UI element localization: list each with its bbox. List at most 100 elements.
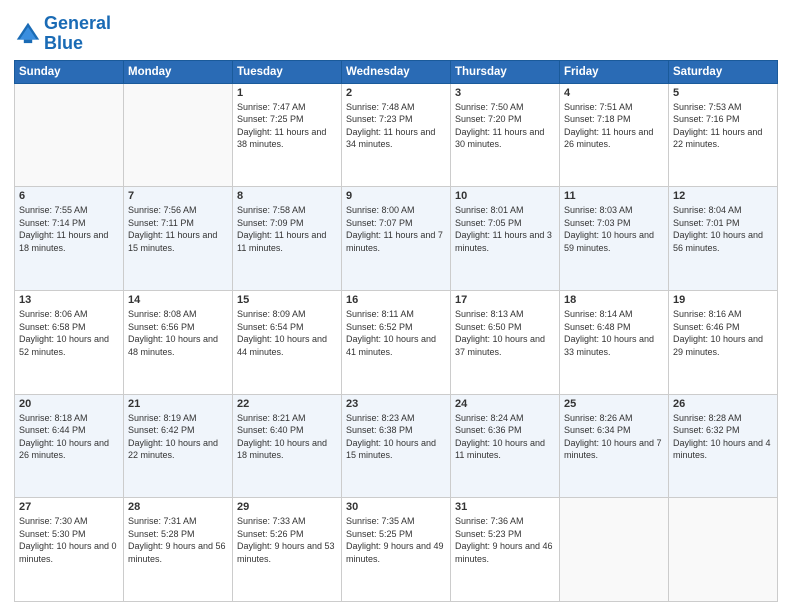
day-number: 13 bbox=[19, 294, 119, 306]
calendar-cell: 4 Sunrise: 7:51 AM Sunset: 7:18 PM Daylig… bbox=[560, 83, 669, 187]
day-info: Sunrise: 8:00 AM Sunset: 7:07 PM Dayligh… bbox=[346, 204, 446, 254]
calendar-cell: 1 Sunrise: 7:47 AM Sunset: 7:25 PM Daylig… bbox=[233, 83, 342, 187]
day-header-friday: Friday bbox=[560, 60, 669, 83]
calendar-cell: 15 Sunrise: 8:09 AM Sunset: 6:54 PM Dayli… bbox=[233, 290, 342, 394]
day-info: Sunrise: 8:26 AM Sunset: 6:34 PM Dayligh… bbox=[564, 412, 664, 462]
calendar-cell: 17 Sunrise: 8:13 AM Sunset: 6:50 PM Dayli… bbox=[451, 290, 560, 394]
day-number: 3 bbox=[455, 87, 555, 99]
day-info: Sunrise: 7:56 AM Sunset: 7:11 PM Dayligh… bbox=[128, 204, 228, 254]
day-info: Sunrise: 8:06 AM Sunset: 6:58 PM Dayligh… bbox=[19, 308, 119, 358]
day-number: 19 bbox=[673, 294, 773, 306]
calendar-cell bbox=[669, 498, 778, 602]
calendar-cell: 19 Sunrise: 8:16 AM Sunset: 6:46 PM Dayli… bbox=[669, 290, 778, 394]
day-number: 22 bbox=[237, 398, 337, 410]
day-number: 12 bbox=[673, 190, 773, 202]
day-number: 6 bbox=[19, 190, 119, 202]
day-info: Sunrise: 7:50 AM Sunset: 7:20 PM Dayligh… bbox=[455, 101, 555, 151]
day-number: 7 bbox=[128, 190, 228, 202]
calendar-cell: 24Sunrise: 8:24 AM Sunset: 6:36 PM Dayli… bbox=[451, 394, 560, 498]
day-info: Sunrise: 8:04 AM Sunset: 7:01 PM Dayligh… bbox=[673, 204, 773, 254]
day-info: Sunrise: 8:11 AM Sunset: 6:52 PM Dayligh… bbox=[346, 308, 446, 358]
day-info: Sunrise: 8:13 AM Sunset: 6:50 PM Dayligh… bbox=[455, 308, 555, 358]
day-info: Sunrise: 7:47 AM Sunset: 7:25 PM Dayligh… bbox=[237, 101, 337, 151]
calendar-cell: 29 Sunrise: 7:33 AM Sunset: 5:26 PM Dayli… bbox=[233, 498, 342, 602]
day-info: Sunrise: 8:16 AM Sunset: 6:46 PM Dayligh… bbox=[673, 308, 773, 358]
day-number: 15 bbox=[237, 294, 337, 306]
calendar-table: SundayMondayTuesdayWednesdayThursdayFrid… bbox=[14, 60, 778, 602]
calendar-cell: 12 Sunrise: 8:04 AM Sunset: 7:01 PM Dayli… bbox=[669, 187, 778, 291]
day-number: 21 bbox=[128, 398, 228, 410]
calendar-cell: 9 Sunrise: 8:00 AM Sunset: 7:07 PM Daylig… bbox=[342, 187, 451, 291]
calendar-cell: 25 Sunrise: 8:26 AM Sunset: 6:34 PM Dayli… bbox=[560, 394, 669, 498]
day-number: 5 bbox=[673, 87, 773, 99]
day-number: 14 bbox=[128, 294, 228, 306]
logo: General Blue bbox=[14, 14, 111, 54]
day-info: Sunrise: 7:33 AM Sunset: 5:26 PM Dayligh… bbox=[237, 515, 337, 565]
calendar-cell: 13 Sunrise: 8:06 AM Sunset: 6:58 PM Dayli… bbox=[15, 290, 124, 394]
day-info: Sunrise: 8:14 AM Sunset: 6:48 PM Dayligh… bbox=[564, 308, 664, 358]
calendar-cell: 5Sunrise: 7:53 AM Sunset: 7:16 PM Daylig… bbox=[669, 83, 778, 187]
day-info: Sunrise: 7:51 AM Sunset: 7:18 PM Dayligh… bbox=[564, 101, 664, 151]
day-header-tuesday: Tuesday bbox=[233, 60, 342, 83]
day-number: 28 bbox=[128, 501, 228, 513]
calendar-cell: 8Sunrise: 7:58 AM Sunset: 7:09 PM Daylig… bbox=[233, 187, 342, 291]
calendar-cell: 27 Sunrise: 7:30 AM Sunset: 5:30 PM Dayli… bbox=[15, 498, 124, 602]
calendar-cell: 31 Sunrise: 7:36 AM Sunset: 5:23 PM Dayli… bbox=[451, 498, 560, 602]
day-number: 2 bbox=[346, 87, 446, 99]
calendar-cell: 23Sunrise: 8:23 AM Sunset: 6:38 PM Dayli… bbox=[342, 394, 451, 498]
day-number: 30 bbox=[346, 501, 446, 513]
day-number: 27 bbox=[19, 501, 119, 513]
day-info: Sunrise: 7:36 AM Sunset: 5:23 PM Dayligh… bbox=[455, 515, 555, 565]
day-info: Sunrise: 8:09 AM Sunset: 6:54 PM Dayligh… bbox=[237, 308, 337, 358]
header: General Blue bbox=[14, 10, 778, 54]
calendar-cell: 28 Sunrise: 7:31 AM Sunset: 5:28 PM Dayli… bbox=[124, 498, 233, 602]
calendar-cell: 16 Sunrise: 8:11 AM Sunset: 6:52 PM Dayli… bbox=[342, 290, 451, 394]
day-number: 17 bbox=[455, 294, 555, 306]
logo-icon bbox=[14, 20, 42, 48]
day-header-wednesday: Wednesday bbox=[342, 60, 451, 83]
day-number: 10 bbox=[455, 190, 555, 202]
logo-text: General Blue bbox=[44, 14, 111, 54]
calendar-cell: 22 Sunrise: 8:21 AM Sunset: 6:40 PM Dayli… bbox=[233, 394, 342, 498]
calendar-week-5: 27 Sunrise: 7:30 AM Sunset: 5:30 PM Dayli… bbox=[15, 498, 778, 602]
day-number: 31 bbox=[455, 501, 555, 513]
day-info: Sunrise: 7:58 AM Sunset: 7:09 PM Dayligh… bbox=[237, 204, 337, 254]
day-number: 9 bbox=[346, 190, 446, 202]
day-info: Sunrise: 8:21 AM Sunset: 6:40 PM Dayligh… bbox=[237, 412, 337, 462]
day-number: 29 bbox=[237, 501, 337, 513]
calendar-week-1: 1 Sunrise: 7:47 AM Sunset: 7:25 PM Daylig… bbox=[15, 83, 778, 187]
day-info: Sunrise: 8:19 AM Sunset: 6:42 PM Dayligh… bbox=[128, 412, 228, 462]
day-number: 16 bbox=[346, 294, 446, 306]
day-number: 11 bbox=[564, 190, 664, 202]
calendar-cell: 7 Sunrise: 7:56 AM Sunset: 7:11 PM Daylig… bbox=[124, 187, 233, 291]
day-number: 1 bbox=[237, 87, 337, 99]
day-header-monday: Monday bbox=[124, 60, 233, 83]
day-info: Sunrise: 8:08 AM Sunset: 6:56 PM Dayligh… bbox=[128, 308, 228, 358]
day-info: Sunrise: 8:24 AM Sunset: 6:36 PM Dayligh… bbox=[455, 412, 555, 462]
calendar-cell: 6 Sunrise: 7:55 AM Sunset: 7:14 PM Daylig… bbox=[15, 187, 124, 291]
day-header-thursday: Thursday bbox=[451, 60, 560, 83]
day-number: 25 bbox=[564, 398, 664, 410]
day-header-sunday: Sunday bbox=[15, 60, 124, 83]
day-info: Sunrise: 8:18 AM Sunset: 6:44 PM Dayligh… bbox=[19, 412, 119, 462]
calendar-cell bbox=[560, 498, 669, 602]
calendar-cell: 30Sunrise: 7:35 AM Sunset: 5:25 PM Dayli… bbox=[342, 498, 451, 602]
calendar-cell: 14 Sunrise: 8:08 AM Sunset: 6:56 PM Dayli… bbox=[124, 290, 233, 394]
day-info: Sunrise: 7:31 AM Sunset: 5:28 PM Dayligh… bbox=[128, 515, 228, 565]
calendar-cell: 3 Sunrise: 7:50 AM Sunset: 7:20 PM Daylig… bbox=[451, 83, 560, 187]
calendar-cell: 11 Sunrise: 8:03 AM Sunset: 7:03 PM Dayli… bbox=[560, 187, 669, 291]
day-info: Sunrise: 7:48 AM Sunset: 7:23 PM Dayligh… bbox=[346, 101, 446, 151]
day-number: 4 bbox=[564, 87, 664, 99]
calendar-week-3: 13 Sunrise: 8:06 AM Sunset: 6:58 PM Dayli… bbox=[15, 290, 778, 394]
calendar-cell: 18Sunrise: 8:14 AM Sunset: 6:48 PM Dayli… bbox=[560, 290, 669, 394]
calendar-cell: 2 Sunrise: 7:48 AM Sunset: 7:23 PM Daylig… bbox=[342, 83, 451, 187]
day-info: Sunrise: 7:30 AM Sunset: 5:30 PM Dayligh… bbox=[19, 515, 119, 565]
calendar-week-2: 6 Sunrise: 7:55 AM Sunset: 7:14 PM Daylig… bbox=[15, 187, 778, 291]
day-info: Sunrise: 7:55 AM Sunset: 7:14 PM Dayligh… bbox=[19, 204, 119, 254]
calendar-cell: 20 Sunrise: 8:18 AM Sunset: 6:44 PM Dayli… bbox=[15, 394, 124, 498]
day-number: 20 bbox=[19, 398, 119, 410]
day-number: 23 bbox=[346, 398, 446, 410]
calendar-header-row: SundayMondayTuesdayWednesdayThursdayFrid… bbox=[15, 60, 778, 83]
day-header-saturday: Saturday bbox=[669, 60, 778, 83]
day-info: Sunrise: 8:03 AM Sunset: 7:03 PM Dayligh… bbox=[564, 204, 664, 254]
